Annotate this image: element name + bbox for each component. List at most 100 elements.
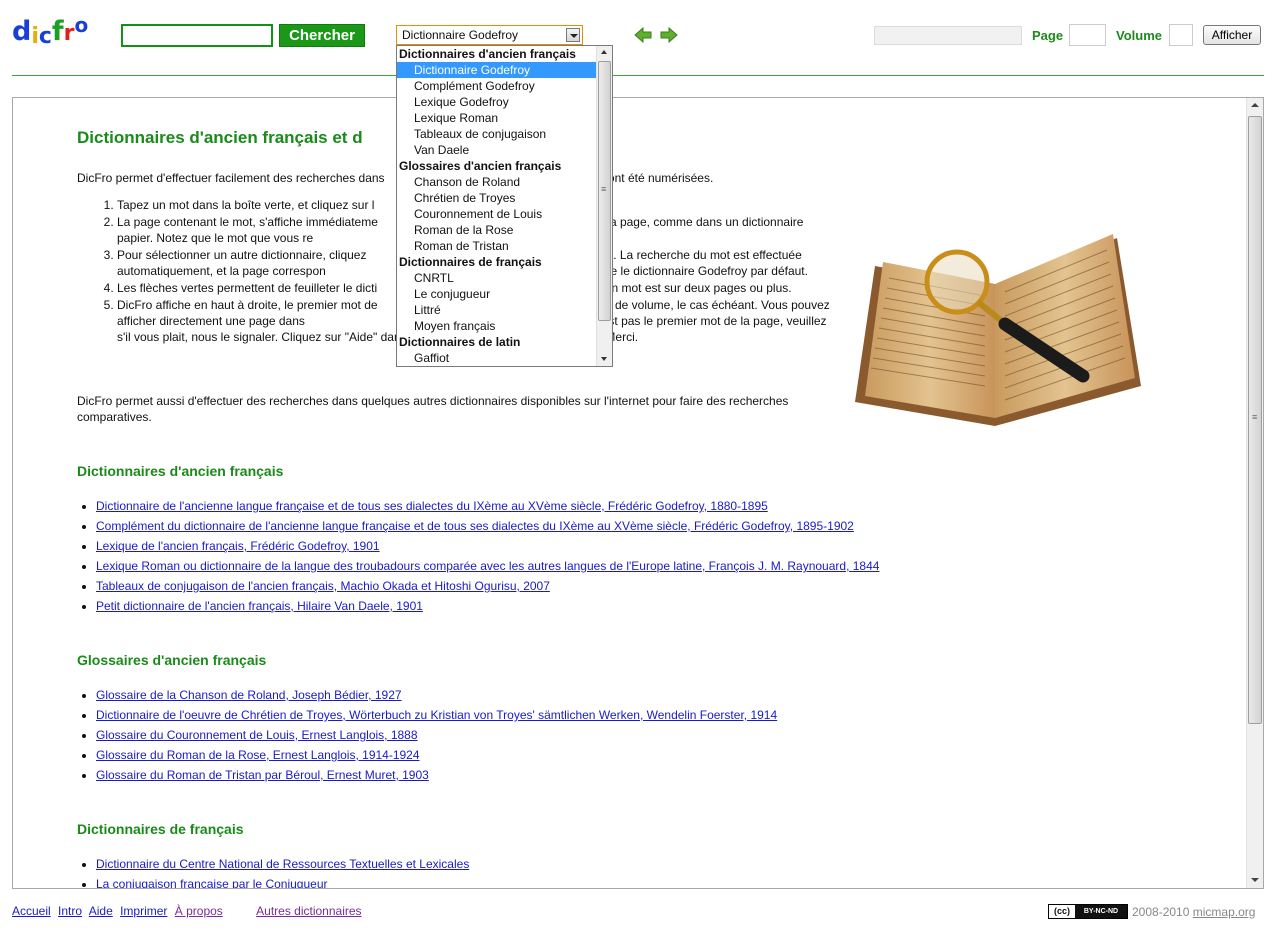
scrollbar-thumb[interactable] [1248, 116, 1262, 724]
dropdown-option[interactable]: Complément Godefroy [397, 78, 597, 94]
logo-letter-o: o [74, 13, 89, 37]
list-item: Glossaire de la Chanson de Roland, Josep… [96, 685, 777, 705]
dropdown-options: Dictionnaires d'ancien français Dictionn… [397, 46, 597, 366]
dictionary-select[interactable]: Dictionnaire Godefroy [396, 25, 583, 45]
footer-link-intro[interactable]: Intro [58, 904, 82, 918]
license-terms: BY-NC-ND [1075, 905, 1127, 918]
logo-letter-i: i [31, 24, 39, 49]
first-word-display [874, 26, 1022, 45]
footer-link-help[interactable]: Aide [89, 904, 113, 918]
dictionary-link[interactable]: Lexique de l'ancien français, Frédéric G… [96, 539, 380, 553]
dropdown-scrollbar-thumb[interactable] [598, 61, 611, 321]
dictionary-link[interactable]: Dictionnaire de l'ancienne langue frança… [96, 499, 768, 513]
scroll-up-arrow-icon[interactable] [1247, 98, 1263, 114]
dropdown-option[interactable]: Van Daele [397, 142, 597, 158]
footer-navigation: Accueil Intro Aide Imprimer À propos Aut… [12, 904, 366, 918]
glossary-link[interactable]: Glossaire du Roman de Tristan par Béroul… [96, 768, 429, 782]
list-item: Petit dictionnaire de l'ancien français,… [96, 596, 879, 616]
list-item: Lexique Roman ou dictionnaire de la lang… [96, 556, 879, 576]
copyright-years: 2008-2010 [1132, 905, 1190, 919]
glossary-link[interactable]: Dictionnaire de l'oeuvre de Chrétien de … [96, 708, 777, 722]
dropdown-option[interactable]: Couronnement de Louis [397, 206, 597, 222]
section-heading-old-french-dictionaries: Dictionnaires d'ancien français [77, 463, 284, 479]
list-item: Dictionnaire de l'ancienne langue frança… [96, 496, 879, 516]
dictionary-link[interactable]: Complément du dictionnaire de l'ancienne… [96, 519, 854, 533]
outro-paragraph: DicFro permet aussi d'effectuer des rech… [77, 394, 789, 424]
dictionary-link[interactable]: Dictionnaire du Centre National de Resso… [96, 857, 469, 871]
dictionary-link[interactable]: Petit dictionnaire de l'ancien français,… [96, 599, 423, 613]
list-item: Dictionnaire de l'oeuvre de Chrétien de … [96, 705, 777, 725]
footer-link-print[interactable]: Imprimer [120, 904, 167, 918]
footer-copyright: 2008-2010 micmap.org [1132, 905, 1255, 919]
next-page-arrow-icon[interactable] [660, 26, 678, 44]
dictionary-dropdown-list[interactable]: Dictionnaires d'ancien français Dictionn… [396, 45, 613, 367]
chevron-down-icon[interactable] [566, 28, 580, 42]
search-input[interactable] [121, 24, 273, 47]
logo-letter-f: f [51, 16, 64, 47]
logo-letter-d: d [12, 16, 32, 47]
show-page-button[interactable]: Afficher [1203, 25, 1261, 45]
dropdown-option[interactable]: Lexique Godefroy [397, 94, 597, 110]
old-french-glossaries-list: Glossaire de la Chanson de Roland, Josep… [77, 685, 777, 785]
dropdown-option[interactable]: Chrétien de Troyes [397, 190, 597, 206]
list-item: Lexique de l'ancien français, Frédéric G… [96, 536, 879, 556]
dropdown-option[interactable]: Gaffiot [397, 350, 597, 366]
dropdown-option[interactable]: Chanson de Roland [397, 174, 597, 190]
dicfro-logo[interactable]: dicfro [12, 15, 92, 49]
dropdown-group-label: Dictionnaires de français [399, 255, 542, 269]
page-label: Page [1032, 28, 1064, 43]
list-item: Tableaux de conjugaison de l'ancien fran… [96, 576, 879, 596]
dropdown-option[interactable]: CNRTL [397, 270, 597, 286]
dropdown-option[interactable]: Littré [397, 302, 597, 318]
header-divider [12, 75, 1264, 76]
content-area: Dictionnaires d'ancien français et d Dic… [13, 98, 1247, 888]
dictionary-link[interactable]: Lexique Roman ou dictionnaire de la lang… [96, 559, 879, 573]
dropdown-group-label: Dictionnaires d'ancien français [399, 47, 576, 61]
footer-link-home[interactable]: Accueil [12, 904, 51, 918]
section-heading-old-french-glossaries: Glossaires d'ancien français [77, 652, 267, 668]
page-title: Dictionnaires d'ancien français et d [77, 128, 363, 147]
previous-page-arrow-icon[interactable] [634, 26, 652, 44]
dictionary-link[interactable]: La conjugaison française par le Conjugue… [96, 877, 328, 888]
dictionary-select-value: Dictionnaire Godefroy [402, 28, 519, 42]
scroll-down-arrow-icon[interactable] [1247, 872, 1263, 888]
section-heading-french-dictionaries: Dictionnaires de français [77, 821, 244, 837]
dropdown-option[interactable]: Lexique Roman [397, 110, 597, 126]
dropdown-group-label: Glossaires d'ancien français [399, 159, 562, 173]
search-button[interactable]: Chercher [279, 24, 365, 47]
dropdown-group-label: Dictionnaires de latin [399, 335, 521, 349]
old-french-dictionaries-list: Dictionnaire de l'ancienne langue frança… [77, 496, 879, 616]
glossary-link[interactable]: Glossaire du Couronnement de Louis, Erne… [96, 728, 418, 742]
dictionary-link[interactable]: Tableaux de conjugaison de l'ancien fran… [96, 579, 550, 593]
scroll-down-arrow-icon[interactable] [597, 352, 612, 366]
dropdown-option[interactable]: Tableaux de conjugaison [397, 126, 597, 142]
volume-input[interactable] [1169, 24, 1193, 46]
dropdown-option[interactable]: Le conjugueur [397, 286, 597, 302]
page-input[interactable] [1069, 24, 1106, 46]
scroll-up-arrow-icon[interactable] [597, 46, 612, 60]
footer-link-other-dictionaries[interactable]: Autres dictionnaires [256, 904, 361, 918]
dropdown-scrollbar[interactable] [596, 46, 612, 366]
dropdown-option[interactable]: Roman de Tristan [397, 238, 597, 254]
creative-commons-license-badge[interactable]: (cc) BY-NC-ND [1048, 904, 1128, 919]
glossary-link[interactable]: Glossaire du Roman de la Rose, Ernest La… [96, 748, 420, 762]
volume-label: Volume [1116, 28, 1162, 43]
content-scrollbar[interactable] [1246, 98, 1263, 888]
list-item: Dictionnaire du Centre National de Resso… [96, 854, 469, 874]
cc-icon: (cc) [1049, 905, 1075, 918]
footer-link-about[interactable]: À propos [175, 904, 223, 918]
list-item: Glossaire du Couronnement de Louis, Erne… [96, 725, 777, 745]
french-dictionaries-list: Dictionnaire du Centre National de Resso… [77, 854, 469, 888]
site-link[interactable]: micmap.org [1193, 905, 1256, 919]
dropdown-option-selected[interactable]: Dictionnaire Godefroy [397, 62, 597, 78]
dropdown-option[interactable]: Roman de la Rose [397, 222, 597, 238]
list-item: Glossaire du Roman de la Rose, Ernest La… [96, 745, 777, 765]
list-item: Glossaire du Roman de Tristan par Béroul… [96, 765, 777, 785]
glossary-link[interactable]: Glossaire de la Chanson de Roland, Josep… [96, 688, 402, 702]
logo-letter-c: c [38, 24, 52, 49]
list-item: La conjugaison française par le Conjugue… [96, 874, 469, 888]
dropdown-option[interactable]: Moyen français [397, 318, 597, 334]
logo-letter-r: r [63, 21, 75, 46]
content-frame: Dictionnaires d'ancien français et d Dic… [12, 97, 1264, 889]
list-item: Complément du dictionnaire de l'ancienne… [96, 516, 879, 536]
